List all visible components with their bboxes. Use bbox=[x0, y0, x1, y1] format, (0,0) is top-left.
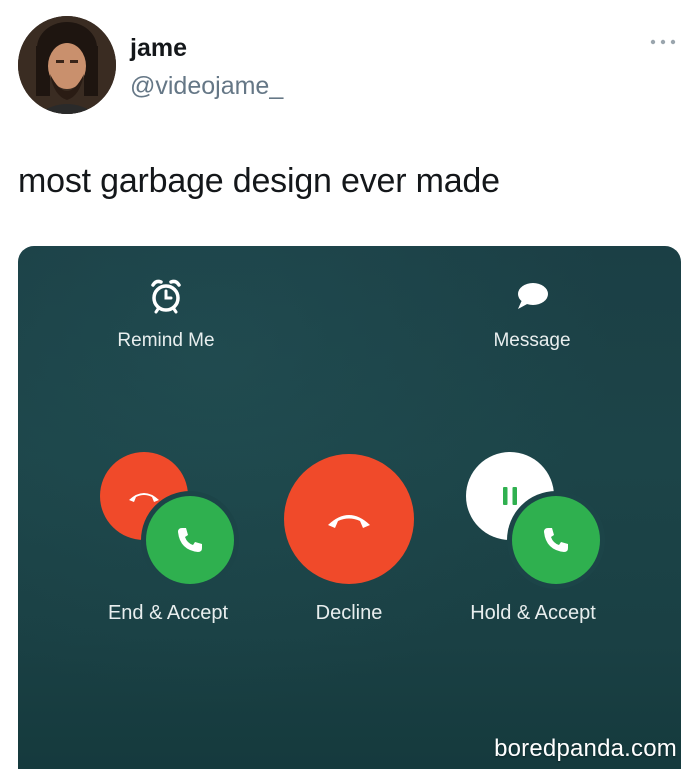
phone-icon bbox=[178, 528, 202, 552]
tweet-text: most garbage design ever made bbox=[18, 162, 500, 200]
incoming-call-screen: Remind Me Message End & Accept Decline H… bbox=[18, 246, 681, 769]
hold-and-accept-label: Hold & Accept bbox=[470, 602, 596, 624]
watermark: boredpanda.com bbox=[494, 735, 677, 762]
avatar-photo bbox=[18, 16, 116, 114]
more-dots-icon[interactable] bbox=[648, 36, 678, 48]
phone-icon bbox=[544, 528, 568, 552]
tweet-header: jame @videojame_ bbox=[18, 16, 682, 116]
message-action[interactable]: Message bbox=[470, 276, 594, 352]
user-handle[interactable]: @videojame_ bbox=[130, 72, 283, 101]
pause-icon bbox=[503, 487, 517, 505]
end-and-accept-button[interactable] bbox=[146, 496, 234, 584]
end-and-accept-label: End & Accept bbox=[107, 602, 229, 624]
alarm-clock-icon bbox=[151, 279, 181, 314]
hold-and-accept-button[interactable] bbox=[512, 496, 600, 584]
speech-bubble-icon bbox=[518, 283, 548, 309]
message-label: Message bbox=[493, 330, 571, 351]
hang-up-icon bbox=[129, 493, 159, 502]
hang-up-icon bbox=[328, 515, 370, 528]
avatar[interactable] bbox=[18, 16, 116, 114]
remind-me-action[interactable]: Remind Me bbox=[104, 276, 228, 352]
decline-label: Decline bbox=[315, 602, 383, 624]
decline-button[interactable] bbox=[284, 454, 414, 584]
display-name[interactable]: jame bbox=[130, 34, 187, 63]
remind-me-label: Remind Me bbox=[117, 330, 215, 351]
